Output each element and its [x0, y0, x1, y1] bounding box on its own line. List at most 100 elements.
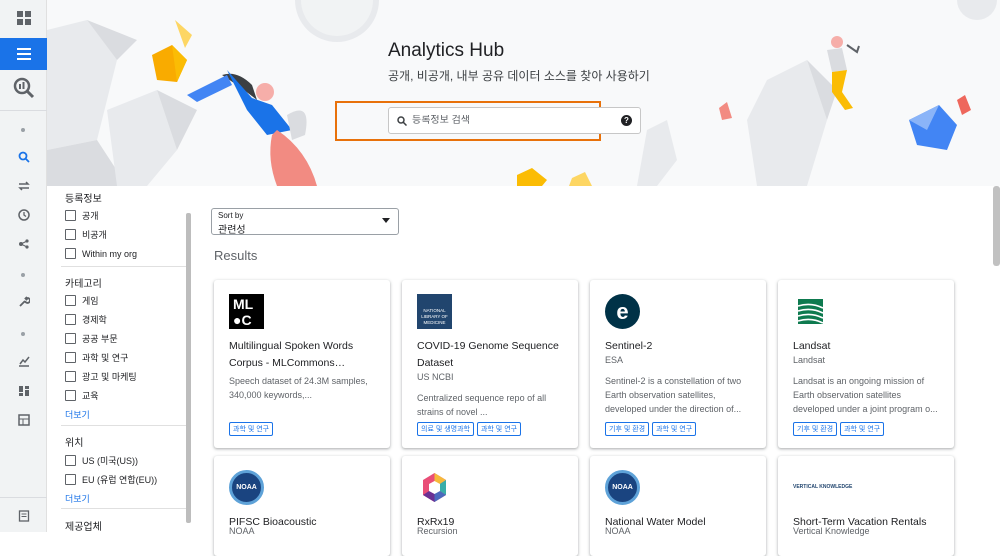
checkbox[interactable] — [65, 352, 76, 363]
history-clock-icon[interactable] — [0, 199, 47, 231]
chart-icon[interactable] — [0, 345, 47, 377]
checkbox[interactable] — [65, 295, 76, 306]
hamburger-menu-icon[interactable] — [0, 38, 47, 70]
landsat-logo-icon — [797, 299, 824, 324]
card-provider: Landsat — [793, 355, 826, 365]
help-icon[interactable]: ? — [621, 115, 632, 126]
hero-illustration — [47, 0, 997, 186]
card-title: COVID-19 Genome Sequence Dataset — [417, 340, 559, 369]
filter-checkbox-advertising[interactable]: 광고 및 마케팅 — [65, 370, 137, 383]
filter-checkbox-us[interactable]: US (미국(US)) — [65, 454, 138, 467]
card-provider: Recursion — [417, 526, 458, 536]
filter-divider — [61, 266, 189, 267]
listing-card-mlcommons[interactable]: ML ●C Multilingual Spoken Words Corpus -… — [214, 280, 390, 448]
card-provider: Vertical Knowledge — [793, 526, 870, 536]
listing-card-rxrx19[interactable]: RxRx19 Recursion — [402, 456, 578, 556]
nlm-logo-icon: NATIONAL LIBRARY OF MEDICINE — [417, 294, 452, 329]
dashboard-icon[interactable] — [0, 375, 47, 407]
checkbox[interactable] — [65, 371, 76, 382]
filter-scrollbar[interactable] — [186, 213, 191, 523]
rail-divider — [0, 497, 47, 498]
filter-checkbox-public-sector[interactable]: 공공 부문 — [65, 332, 118, 345]
recursion-logo-icon — [423, 473, 446, 502]
rail-dot — [21, 332, 25, 336]
card-provider: US NCBI — [417, 372, 454, 382]
filter-heading-category: 카테고리 — [65, 279, 102, 290]
listing-search-box[interactable]: ? — [388, 107, 641, 134]
analytics-hub-logo-icon[interactable] — [0, 72, 47, 104]
checkbox[interactable] — [65, 314, 76, 325]
filter-checkbox-private[interactable]: 비공개 — [65, 228, 107, 241]
search-icon — [397, 115, 407, 126]
filter-checkbox-games[interactable]: 게임 — [65, 294, 99, 307]
category-show-more-link[interactable]: 더보기 — [65, 408, 90, 421]
listing-card-sentinel2[interactable]: e Sentinel-2 ESA Sentinel-2 is a constel… — [590, 280, 766, 448]
category-tag[interactable]: 의료 및 생명과학 — [417, 422, 474, 436]
checkbox[interactable] — [65, 474, 76, 485]
search-input[interactable] — [412, 115, 621, 126]
checkbox[interactable] — [65, 229, 76, 240]
listing-card-covid19[interactable]: NATIONAL LIBRARY OF MEDICINE COVID-19 Ge… — [402, 280, 578, 448]
listing-card-national-water-model[interactable]: NOAA National Water Model NOAA — [590, 456, 766, 556]
checkbox[interactable] — [65, 455, 76, 466]
checkbox[interactable] — [65, 248, 76, 259]
filter-heading-provider: 제공업체 — [65, 522, 102, 533]
rail-dot — [21, 273, 25, 277]
filter-checkbox-public[interactable]: 공개 — [65, 209, 99, 222]
share-connect-icon[interactable] — [0, 228, 47, 260]
hero-subtitle: 공개, 비공개, 내부 공유 데이터 소스를 찾아 사용하기 — [388, 69, 650, 83]
card-tags: 의료 및 생명과학 과학 및 연구 — [417, 422, 522, 436]
vk-logo-icon: VERTICAL KNOWLEDGE — [793, 484, 853, 490]
card-title: Multilingual Spoken Words Corpus - MLCom… — [229, 340, 354, 369]
rail-divider — [0, 110, 47, 111]
location-show-more-link[interactable]: 더보기 — [65, 492, 90, 505]
sort-by-label: Sort by — [218, 211, 244, 220]
wrench-icon[interactable] — [0, 286, 47, 318]
card-tags: 과학 및 연구 — [229, 422, 274, 436]
hero-banner: Analytics Hub 공개, 비공개, 내부 공유 데이터 소스를 찾아 … — [47, 0, 1000, 186]
category-tag[interactable]: 기후 및 환경 — [793, 422, 838, 436]
page-scrollbar[interactable] — [993, 186, 1000, 266]
checkbox[interactable] — [65, 390, 76, 401]
mlc-logo-icon: ML ●C — [229, 294, 264, 329]
filter-checkbox-science[interactable]: 과학 및 연구 — [65, 351, 128, 364]
filter-checkbox-within-org[interactable]: Within my org — [65, 248, 137, 259]
noaa-logo-icon: NOAA — [229, 470, 264, 505]
card-tags: 기후 및 환경 과학 및 연구 — [793, 422, 885, 436]
card-tags: 기후 및 환경 과학 및 연구 — [605, 422, 697, 436]
category-tag[interactable]: 과학 및 연구 — [652, 422, 697, 436]
sort-by-dropdown[interactable]: Sort by 관련성 — [211, 208, 399, 236]
checkbox[interactable] — [65, 210, 76, 221]
filter-checkbox-education[interactable]: 교육 — [65, 389, 99, 402]
filter-checkbox-eu[interactable]: EU (유럽 연합(EU)) — [65, 473, 157, 486]
category-tag[interactable]: 기후 및 환경 — [605, 422, 650, 436]
sort-by-value: 관련성 — [218, 225, 246, 236]
filter-divider — [61, 508, 189, 509]
rail-dot — [21, 128, 25, 132]
product-grid-icon[interactable] — [0, 2, 47, 34]
filter-heading-listing: 등록정보 — [65, 194, 102, 205]
checkbox[interactable] — [65, 333, 76, 344]
card-title: Landsat — [793, 340, 831, 352]
search-nav-icon[interactable] — [0, 141, 47, 173]
esa-logo-icon: e — [605, 294, 640, 329]
card-provider: NOAA — [605, 526, 631, 536]
filter-divider — [61, 425, 189, 426]
hero-title: Analytics Hub — [388, 40, 505, 61]
exchange-arrows-icon[interactable] — [0, 170, 47, 202]
filter-checkbox-economics[interactable]: 경제학 — [65, 313, 107, 326]
filter-heading-location: 위치 — [65, 438, 84, 449]
card-provider: ESA — [605, 355, 624, 365]
listing-card-landsat[interactable]: Landsat Landsat Landsat is an ongoing mi… — [778, 280, 954, 448]
category-tag[interactable]: 과학 및 연구 — [476, 422, 522, 436]
release-notes-icon[interactable] — [0, 500, 47, 532]
table-icon[interactable] — [0, 404, 47, 436]
listing-card-vacation-rentals[interactable]: VERTICAL KNOWLEDGE Short-Term Vacation R… — [778, 456, 954, 556]
card-description: Centralized sequence repo of all strains… — [417, 393, 547, 417]
category-tag[interactable]: 과학 및 연구 — [840, 422, 885, 436]
category-tag[interactable]: 과학 및 연구 — [229, 422, 274, 436]
card-provider: NOAA — [229, 526, 255, 536]
listing-card-pifsc[interactable]: NOAA PIFSC Bioacoustic NOAA — [214, 456, 390, 556]
card-description: Sentinel-2 is a constellation of two Ear… — [605, 376, 742, 414]
card-title: Sentinel-2 — [605, 340, 653, 352]
